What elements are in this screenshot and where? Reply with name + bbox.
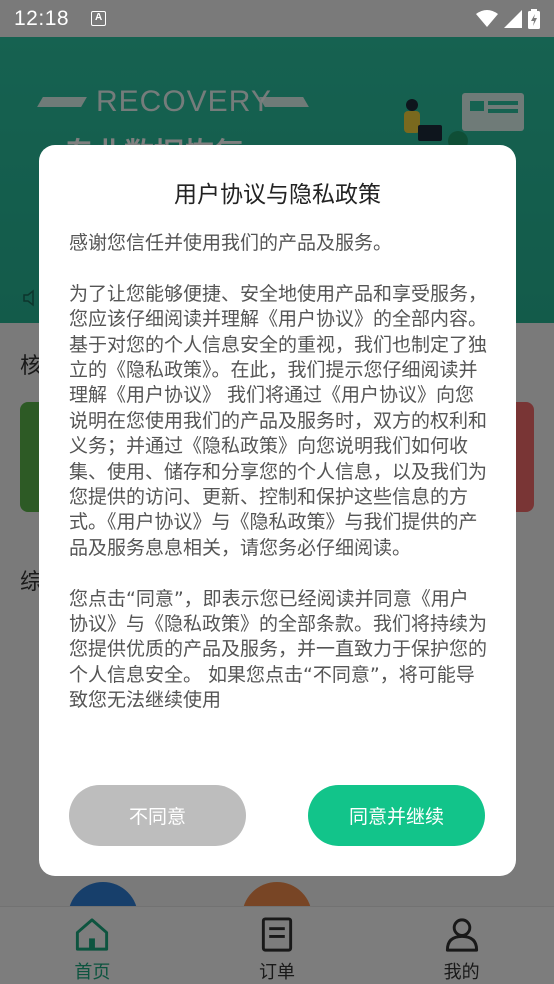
disagree-button[interactable]: 不同意 [69,785,246,846]
dialog-paragraph: 为了让您能够便捷、安全地使用产品和享受服务，您应该仔细阅读并理解《用户协议》的全… [69,282,487,559]
status-bar: 12:18 A [0,0,554,37]
dialog-body[interactable]: 感谢您信任并使用我们的产品及服务。 为了让您能够便捷、安全地使用产品和享受服务，… [69,231,487,759]
battery-icon [528,8,540,29]
privacy-dialog: 用户协议与隐私政策 感谢您信任并使用我们的产品及服务。 为了让您能够便捷、安全地… [39,145,516,876]
signal-icon [504,9,522,28]
wifi-icon [476,9,498,27]
status-time: 12:18 [14,6,70,30]
dialog-paragraph: 感谢您信任并使用我们的产品及服务。 [69,232,393,254]
notification-icon: A [91,11,107,26]
dialog-paragraph: 您点击“同意”，即表示您已经阅读并同意《用户协议》与《隐私政策》的全部条款。我们… [69,587,487,712]
dialog-title: 用户协议与隐私政策 [174,182,381,208]
agree-button[interactable]: 同意并继续 [308,785,485,846]
